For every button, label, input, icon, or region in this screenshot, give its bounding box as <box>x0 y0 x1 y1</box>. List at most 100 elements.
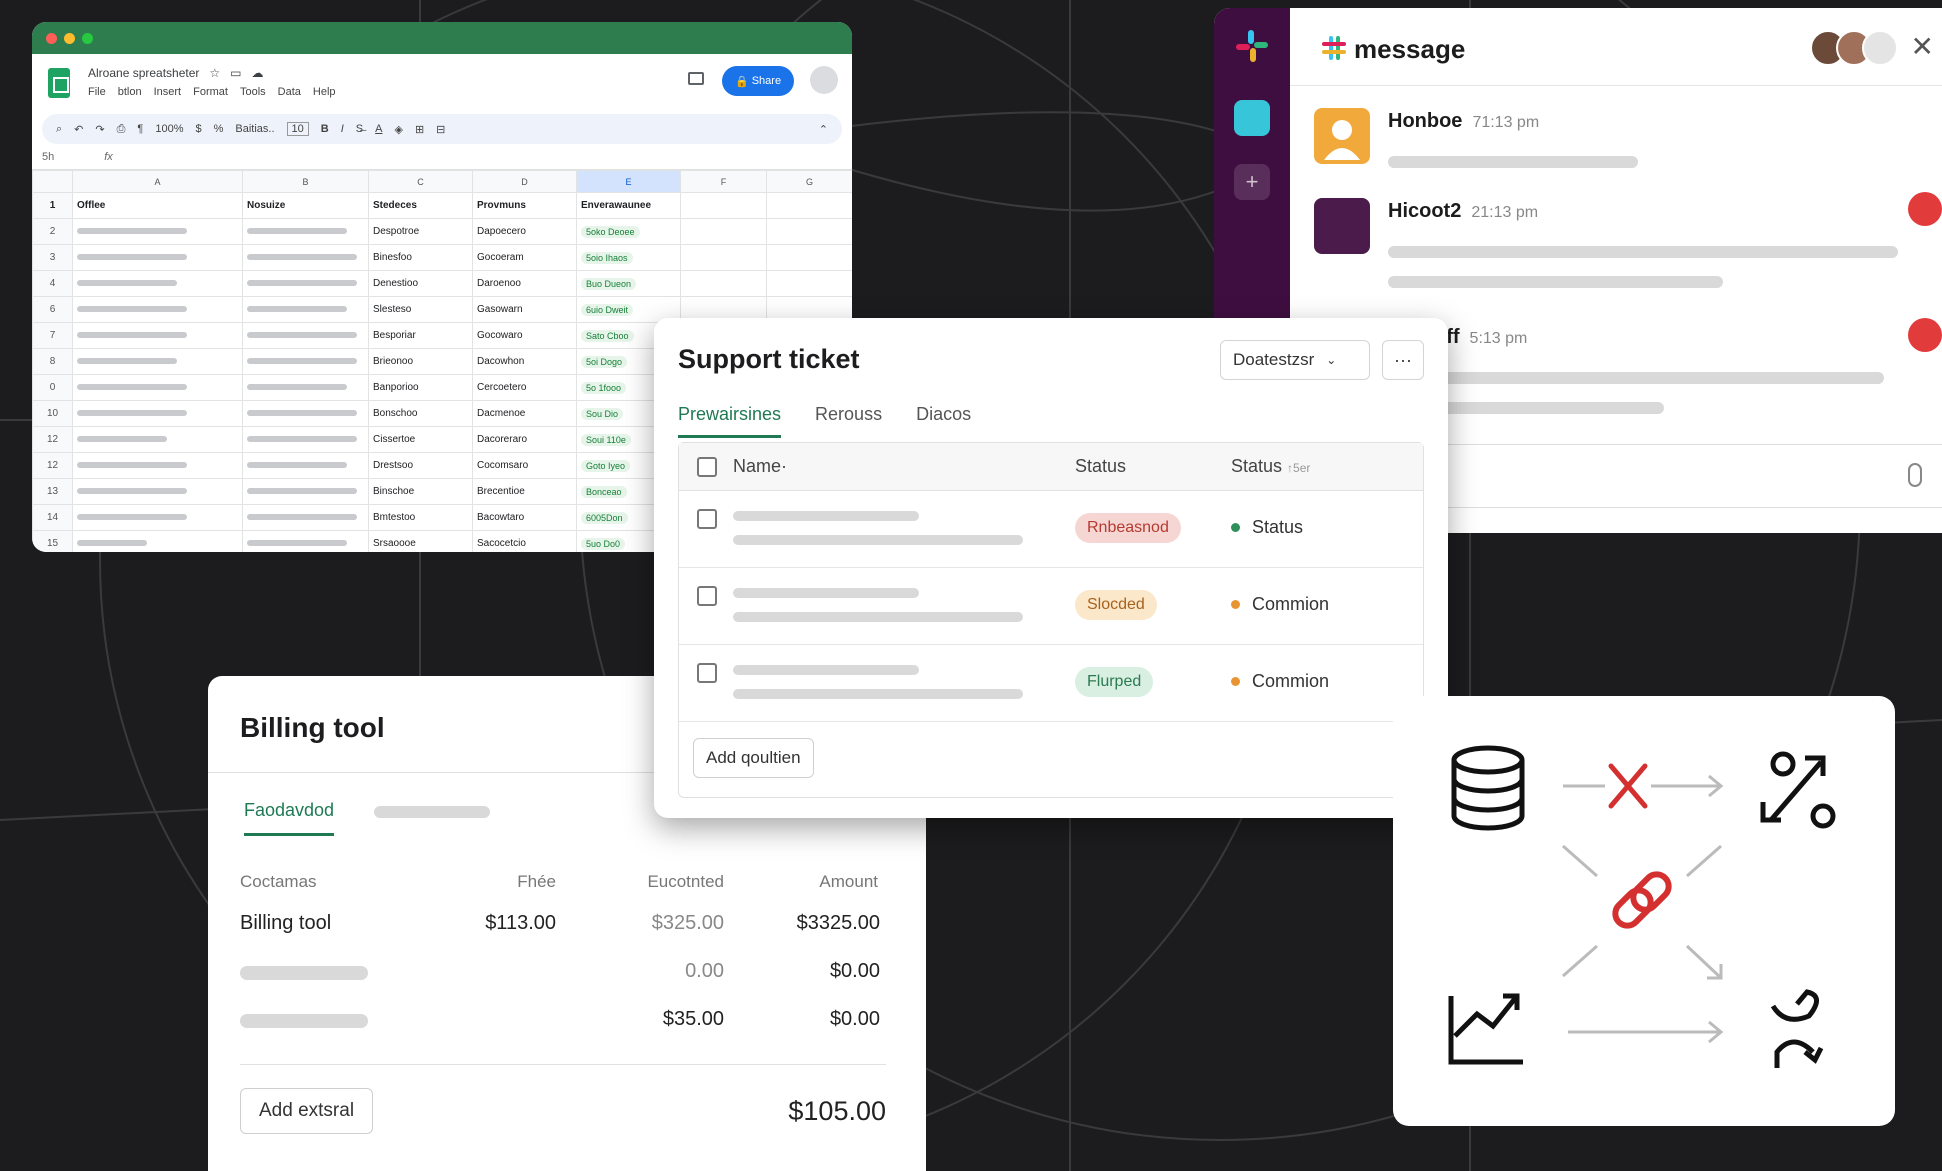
cell[interactable] <box>242 504 369 531</box>
font-size-field[interactable]: 10 <box>286 122 309 136</box>
cell[interactable]: Cercoetero <box>472 374 577 401</box>
zoom-select[interactable]: 100% <box>155 123 183 135</box>
row-number[interactable]: 3 <box>32 244 73 271</box>
column-header-status[interactable]: Status ↑5er <box>1231 456 1310 477</box>
cell[interactable]: Dacowhon <box>472 348 577 375</box>
search-icon[interactable]: ⌕ <box>56 123 62 136</box>
notification-bell-icon[interactable] <box>1908 192 1942 226</box>
workspace-button[interactable] <box>1234 100 1270 136</box>
cell[interactable]: Dacoreraro <box>472 426 577 453</box>
cell[interactable]: Cocomsaro <box>472 452 577 479</box>
row-number[interactable]: 13 <box>32 478 73 505</box>
menu-format[interactable]: Format <box>193 86 228 98</box>
cell[interactable]: Gasowarn <box>472 296 577 323</box>
row-number[interactable]: 2 <box>32 218 73 245</box>
cell[interactable] <box>72 530 243 552</box>
close-window-dot[interactable] <box>46 32 57 44</box>
table-row[interactable]: 4 Denestioo Daroenoo Buo Dueon <box>32 270 852 297</box>
cell[interactable]: Dacmenoe <box>472 400 577 427</box>
menu-insert[interactable]: Insert <box>154 86 182 98</box>
cell[interactable] <box>680 192 767 219</box>
row-number[interactable]: 12 <box>32 452 73 479</box>
currency-icon[interactable]: $ <box>195 123 201 135</box>
avatar[interactable] <box>1314 198 1370 254</box>
strikethrough-icon[interactable]: S̶ <box>356 123 363 135</box>
avatar[interactable] <box>1862 30 1898 66</box>
notification-bell-icon[interactable] <box>1908 318 1942 352</box>
comment-icon[interactable] <box>688 72 704 85</box>
row-checkbox[interactable] <box>697 663 717 683</box>
cell[interactable]: Sacocetcio <box>472 530 577 552</box>
menu-tools[interactable]: Tools <box>240 86 266 98</box>
column-header[interactable]: G <box>766 170 852 193</box>
cell[interactable]: Srsaoooe <box>368 530 473 552</box>
fill-color-icon[interactable]: ◈ <box>394 123 402 136</box>
cell[interactable] <box>72 478 243 505</box>
message-item[interactable]: Honboe 71:13 pm <box>1314 108 1942 188</box>
cell[interactable]: Buo Dueon <box>576 270 681 297</box>
cell[interactable]: 5oio Ihaos <box>576 244 681 271</box>
cell[interactable] <box>72 348 243 375</box>
cell[interactable]: Cissertoe <box>368 426 473 453</box>
cell[interactable]: Brieonoo <box>368 348 473 375</box>
row-checkbox[interactable] <box>697 509 717 529</box>
cell[interactable]: Despotroe <box>368 218 473 245</box>
tab[interactable]: Rerouss <box>815 404 882 438</box>
cell[interactable] <box>72 218 243 245</box>
cell[interactable]: Provmuns <box>472 192 577 219</box>
column-header[interactable]: B <box>242 170 369 193</box>
cell[interactable] <box>242 322 369 349</box>
cell[interactable] <box>242 270 369 297</box>
merge-icon[interactable]: ⊟ <box>436 123 445 136</box>
cell[interactable] <box>766 218 852 245</box>
filter-dropdown[interactable]: Doatestzsr ⌄ <box>1220 340 1370 380</box>
cell[interactable] <box>72 244 243 271</box>
row-checkbox[interactable] <box>697 586 717 606</box>
cell[interactable] <box>680 218 767 245</box>
cell[interactable] <box>72 322 243 349</box>
cell[interactable]: Bmtestoo <box>368 504 473 531</box>
tab-placeholder[interactable] <box>374 806 490 818</box>
row-number[interactable]: 7 <box>32 322 73 349</box>
cell[interactable]: Nosuize <box>242 192 369 219</box>
column-header[interactable]: D <box>472 170 577 193</box>
table-row[interactable]: 2 Despotroe Dapoecero 5oko Deoee <box>32 218 852 245</box>
row-number[interactable]: 12 <box>32 426 73 453</box>
cell[interactable] <box>242 530 369 552</box>
text-color-icon[interactable]: A <box>375 123 382 135</box>
column-header[interactable]: C <box>368 170 473 193</box>
cell[interactable]: 5oko Deoee <box>576 218 681 245</box>
message-item[interactable]: Hicoot2 21:13 pm <box>1314 198 1942 288</box>
share-button[interactable]: 🔒 Share <box>722 66 794 96</box>
cell[interactable]: Besporiar <box>368 322 473 349</box>
cell[interactable]: Binschoe <box>368 478 473 505</box>
cell[interactable] <box>680 270 767 297</box>
font-select[interactable]: Baitias.. <box>235 123 274 135</box>
add-workspace-button[interactable]: + <box>1234 164 1270 200</box>
cell[interactable] <box>766 192 852 219</box>
add-external-button[interactable]: Add extsral <box>240 1088 374 1134</box>
column-header[interactable]: E <box>576 170 681 193</box>
select-all-checkbox[interactable] <box>697 457 717 477</box>
cell[interactable] <box>242 426 369 453</box>
italic-icon[interactable]: I <box>341 123 344 135</box>
cell[interactable]: Daroenoo <box>472 270 577 297</box>
cell[interactable] <box>242 296 369 323</box>
column-header[interactable]: A <box>72 170 243 193</box>
menu-help[interactable]: Help <box>313 86 336 98</box>
sender-name[interactable]: Honboe <box>1388 110 1462 132</box>
message-item[interactable]: uff5:13 pm <box>1434 324 1942 414</box>
cell[interactable] <box>242 400 369 427</box>
cell[interactable] <box>242 218 369 245</box>
cell[interactable] <box>766 270 852 297</box>
row-number[interactable]: 6 <box>32 296 73 323</box>
add-question-button[interactable]: Add qoultien <box>693 738 814 778</box>
table-row[interactable]: Rnbeasnod Status <box>679 491 1423 568</box>
cell[interactable]: Bacowtaro <box>472 504 577 531</box>
cell[interactable] <box>72 296 243 323</box>
undo-icon[interactable]: ↶ <box>74 123 83 136</box>
close-icon[interactable]: ✕ <box>1911 30 1934 63</box>
row-number[interactable]: 4 <box>32 270 73 297</box>
cell[interactable]: Denestioo <box>368 270 473 297</box>
maximize-window-dot[interactable] <box>82 32 93 44</box>
